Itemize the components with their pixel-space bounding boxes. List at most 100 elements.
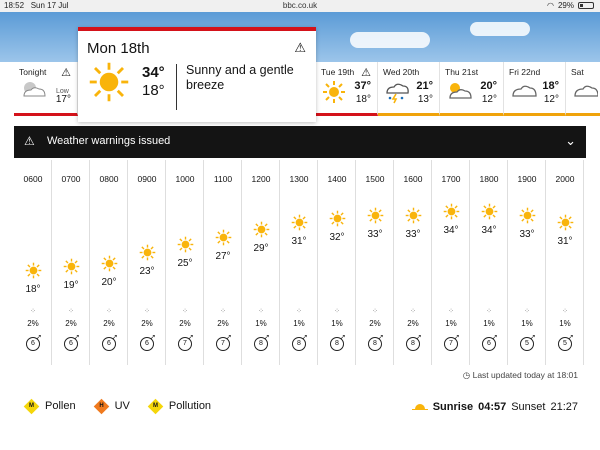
- clock-icon: ◷: [462, 370, 471, 380]
- hour-label: 0700: [61, 174, 81, 184]
- warning-icon: ⚠: [24, 134, 35, 148]
- hour-temperature: 27°: [215, 250, 231, 262]
- hourly-column: 0800 20° ⁘ 2% 6 ➚: [90, 160, 128, 365]
- chevron-down-icon[interactable]: ⌄: [565, 133, 576, 149]
- sunny-icon: [253, 221, 270, 243]
- sunny-icon: [139, 244, 156, 266]
- sunny-icon: [291, 214, 308, 236]
- thunder-rain-icon: [384, 80, 410, 109]
- day-tab-tue[interactable]: Tue 19th ⚠ 37° 18°: [316, 62, 378, 116]
- sunny-icon: [519, 207, 536, 229]
- raindrops-icon: ⁘: [334, 308, 340, 315]
- hour-temperature: 33°: [519, 228, 535, 240]
- rain-chance: 2%: [217, 319, 229, 328]
- sunny-icon: [63, 258, 80, 280]
- warning-icon: ⚠: [61, 67, 71, 79]
- hourly-column: 0900 23° ⁘ 2% 6 ➚: [128, 160, 166, 365]
- hour-label: 1500: [365, 174, 385, 184]
- rain-chance: 1%: [483, 319, 495, 328]
- pollution-badge[interactable]: M Pollution: [147, 398, 211, 414]
- day-tab-thu[interactable]: Thu 21st 20° 12°: [440, 62, 504, 116]
- hourly-column: 1900 33° ⁘ 1% 5 ➚: [508, 160, 546, 365]
- sunny-icon: [322, 80, 346, 109]
- battery-percent: 29%: [557, 1, 574, 10]
- warning-icon: ⚠: [361, 67, 371, 79]
- sunny-icon: [25, 262, 42, 284]
- raindrops-icon: ⁘: [220, 308, 226, 315]
- hour-label: 1400: [327, 174, 347, 184]
- rain-chance: 1%: [293, 319, 305, 328]
- day-tab-sat[interactable]: Sat: [566, 62, 600, 116]
- wind-direction-icon: ➚: [492, 334, 498, 341]
- selected-day-card[interactable]: Mon 18th ⚠ 34° 18° Sunny and a gentle br…: [78, 27, 316, 122]
- rain-chance: 1%: [331, 319, 343, 328]
- hour-label: 1200: [251, 174, 271, 184]
- wind-direction-icon: ➚: [36, 334, 42, 341]
- selected-day-name: Mon 18th: [87, 40, 150, 57]
- day-tab-tonight[interactable]: Tonight ⚠ Low 17°: [14, 62, 78, 116]
- raindrops-icon: ⁘: [144, 308, 150, 315]
- hour-label: 0900: [137, 174, 157, 184]
- raindrops-icon: ⁘: [486, 308, 492, 315]
- rain-chance: 2%: [407, 319, 419, 328]
- sunny-icon: [329, 210, 346, 232]
- hour-label: 1900: [517, 174, 537, 184]
- hour-temperature: 18°: [25, 284, 41, 295]
- wifi-icon: ◠: [547, 1, 554, 10]
- rain-chance: 2%: [369, 319, 381, 328]
- battery-icon: [578, 2, 594, 9]
- sunny-icon: [101, 255, 118, 277]
- rain-chance: 2%: [179, 319, 191, 328]
- hourly-forecast: 0600 18° ⁘ 2% 6 ➚ 0700 19° ⁘ 2% 6 ➚ 0800 20° ⁘ 2% 6 ➚ 0900…: [14, 160, 586, 365]
- hour-temperature: 19°: [63, 280, 79, 292]
- hourly-column: 1000 25° ⁘ 2% 7 ➚: [166, 160, 204, 365]
- hour-temperature: 29°: [253, 243, 269, 255]
- hour-label: 1000: [175, 174, 195, 184]
- raindrops-icon: ⁘: [524, 308, 530, 315]
- hourly-column: 1800 34° ⁘ 1% 6 ➚: [470, 160, 508, 365]
- hour-temperature: 34°: [481, 224, 497, 236]
- selected-day-high: 34°: [142, 64, 165, 81]
- wind-direction-icon: ➚: [264, 334, 270, 341]
- cloud-icon: [572, 80, 599, 105]
- wind-direction-icon: ➚: [530, 334, 536, 341]
- day-tab-wed[interactable]: Wed 20th 21° 13°: [378, 62, 440, 116]
- wind-direction-icon: ➚: [378, 334, 384, 341]
- hourly-column: 0600 18° ⁘ 2% 6 ➚: [14, 160, 52, 365]
- raindrops-icon: ⁘: [258, 308, 264, 315]
- wind-direction-icon: ➚: [74, 334, 80, 341]
- day-tab-fri[interactable]: Fri 22nd 18° 12°: [504, 62, 566, 116]
- pollution-level-icon: M: [147, 398, 164, 414]
- raindrops-icon: ⁘: [30, 308, 36, 315]
- hourly-column: 1400 32° ⁘ 1% 8 ➚: [318, 160, 356, 365]
- weather-warnings-toggle[interactable]: ⚠ Weather warnings issued ⌄: [14, 126, 586, 158]
- address-bar[interactable]: bbc.co.uk: [0, 1, 600, 10]
- rain-chance: 1%: [521, 319, 533, 328]
- divider: [176, 64, 177, 110]
- raindrops-icon: ⁘: [106, 308, 112, 315]
- weather-warnings-label: Weather warnings issued: [47, 135, 171, 147]
- hourly-column: 1700 34° ⁘ 1% 7 ➚: [432, 160, 470, 365]
- hour-label: 1700: [441, 174, 461, 184]
- wind-direction-icon: ➚: [226, 334, 232, 341]
- wind-direction-icon: ➚: [188, 334, 194, 341]
- uv-badge[interactable]: H UV: [93, 398, 130, 414]
- pollen-badge[interactable]: M Pollen: [23, 398, 76, 414]
- rain-chance: 1%: [255, 319, 267, 328]
- hour-temperature: 25°: [177, 258, 193, 270]
- sunny-cloud-icon: [446, 80, 474, 107]
- wind-direction-icon: ➚: [416, 334, 422, 341]
- rain-chance: 1%: [559, 319, 571, 328]
- hour-label: 0800: [99, 174, 119, 184]
- hour-temperature: 33°: [405, 228, 421, 240]
- sunrise-icon: [411, 400, 428, 413]
- hourly-column: 1100 27° ⁘ 2% 7 ➚: [204, 160, 242, 365]
- rain-chance: 2%: [27, 319, 39, 328]
- rain-chance: 2%: [65, 319, 77, 328]
- rain-chance: 2%: [103, 319, 115, 328]
- raindrops-icon: ⁘: [296, 308, 302, 315]
- hour-label: 1600: [403, 174, 423, 184]
- last-updated: ◷ Last updated today at 18:01: [462, 370, 578, 380]
- hour-label: 2000: [555, 174, 575, 184]
- hour-label: 1100: [213, 174, 233, 184]
